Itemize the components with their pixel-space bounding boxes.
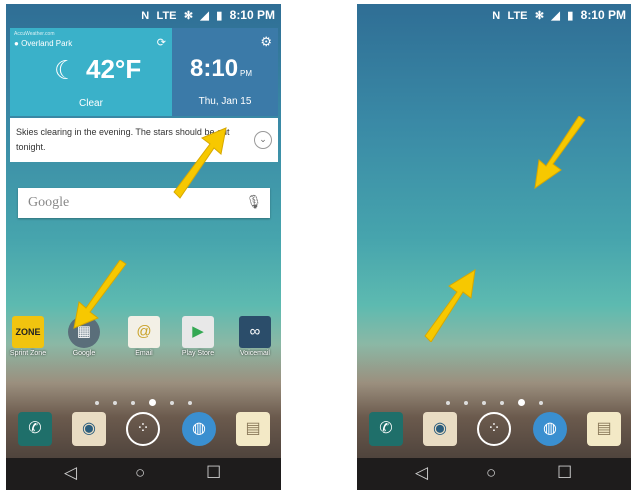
- home-screen-left: N LTE ✻ ◢ ▮ 8:10 PM AccuWeather.com ● Ov…: [6, 4, 281, 490]
- weather-widget[interactable]: AccuWeather.com ● Overland Park ⟳ ☾ 42°F…: [10, 28, 278, 116]
- battery-icon: ▮: [216, 10, 223, 22]
- back-icon[interactable]: ◁: [64, 463, 77, 483]
- home-icon[interactable]: ○: [486, 463, 496, 483]
- recents-icon[interactable]: ☐: [206, 463, 221, 483]
- back-icon[interactable]: ◁: [415, 463, 428, 483]
- search-placeholder: Google: [28, 195, 70, 210]
- page-dot[interactable]: [539, 400, 543, 405]
- page-dot[interactable]: [170, 400, 174, 405]
- dock: ✆ ◉ ⁘ ◍ ▤: [357, 412, 631, 450]
- lte-icon: LTE: [507, 10, 528, 22]
- signal-icon: ◢: [200, 10, 209, 22]
- page-dot[interactable]: [482, 400, 486, 405]
- phone-icon[interactable]: ✆: [369, 412, 403, 446]
- page-dot[interactable]: [95, 400, 99, 405]
- status-time: 8:10 PM: [580, 8, 626, 22]
- weather-panel[interactable]: AccuWeather.com ● Overland Park ⟳ ☾ 42°F…: [10, 28, 172, 116]
- moon-icon: ☾: [54, 55, 78, 85]
- weather-source: AccuWeather.com: [14, 31, 55, 37]
- status-bar: N LTE ✻ ◢ ▮ 8:10 PM: [6, 4, 281, 26]
- page-dot[interactable]: [500, 400, 504, 405]
- app-voicemail[interactable]: ∞ Voicemail: [235, 316, 275, 357]
- app-label: Voicemail: [240, 350, 270, 357]
- dock: ✆ ◉ ⁘ ◍ ▤: [6, 412, 281, 450]
- location-name: Overland Park: [21, 39, 73, 48]
- voicemail-icon: ∞: [239, 316, 271, 348]
- app-drawer-icon[interactable]: ⁘: [477, 412, 511, 446]
- page-dot[interactable]: [446, 400, 450, 405]
- page-dot[interactable]: [188, 400, 192, 405]
- app-drawer-icon[interactable]: ⁘: [126, 412, 160, 446]
- sprint-zone-icon: ZONE: [12, 316, 44, 348]
- page-indicator: [6, 394, 281, 412]
- forecast-card[interactable]: Skies clearing in the evening. The stars…: [10, 118, 278, 162]
- clock-time: 8:10 PM: [190, 55, 252, 83]
- clock-value: 8:10: [190, 55, 239, 82]
- home-screen-right: N LTE ✻ ◢ ▮ 8:10 PM ✆ ◉ ⁘ ◍ ▤ ◁ ○ ☐: [357, 4, 631, 490]
- page-dot-active[interactable]: [149, 399, 156, 407]
- status-time: 8:10 PM: [229, 8, 275, 22]
- chevron-down-icon[interactable]: ⌄: [254, 131, 272, 149]
- app-label: Email: [135, 350, 153, 357]
- browser-icon[interactable]: ◍: [533, 412, 567, 446]
- page-dot[interactable]: [113, 400, 117, 405]
- gear-icon[interactable]: ⚙: [260, 34, 272, 50]
- play-store-icon: ▶: [182, 316, 214, 348]
- contacts-icon[interactable]: ◉: [423, 412, 457, 446]
- signal-icon: ◢: [551, 10, 560, 22]
- app-sprint-zone[interactable]: ZONE Sprint Zone: [8, 316, 48, 357]
- microphone-icon[interactable]: 🎙: [245, 194, 262, 210]
- contacts-icon[interactable]: ◉: [72, 412, 106, 446]
- nfc-icon: N: [492, 10, 501, 22]
- app-label: Google: [72, 350, 96, 357]
- browser-icon[interactable]: ◍: [182, 412, 216, 446]
- page-dot-active[interactable]: [518, 399, 525, 407]
- temperature: 42°F: [86, 54, 142, 84]
- app-label: Sprint Zone: [9, 350, 47, 357]
- app-label: Play Store: [181, 350, 215, 357]
- messaging-icon[interactable]: ▤: [587, 412, 621, 446]
- page-dot[interactable]: [464, 400, 468, 405]
- bluetooth-icon: ✻: [183, 10, 194, 22]
- clock-ampm: PM: [240, 69, 253, 78]
- phone-icon[interactable]: ✆: [18, 412, 52, 446]
- home-icon[interactable]: ○: [135, 463, 145, 483]
- page-dot[interactable]: [131, 400, 135, 405]
- navigation-bar: ◁ ○ ☐: [6, 458, 281, 490]
- arrow-up-right-icon: [424, 269, 476, 342]
- arrow-down-left-icon: [534, 116, 586, 190]
- weather-location: ● Overland Park: [14, 39, 73, 48]
- nfc-icon: N: [141, 10, 150, 22]
- weather-condition: Clear: [79, 98, 103, 109]
- refresh-icon[interactable]: ⟳: [157, 36, 166, 49]
- battery-icon: ▮: [567, 10, 574, 22]
- clock-date: Thu, Jan 15: [198, 96, 252, 107]
- status-bar: N LTE ✻ ◢ ▮ 8:10 PM: [357, 4, 631, 26]
- bluetooth-icon: ✻: [534, 10, 545, 22]
- arrow-up-right-icon: [173, 127, 227, 199]
- navigation-bar: ◁ ○ ☐: [357, 458, 631, 490]
- clock-panel[interactable]: ⚙ 8:10 PM Thu, Jan 15: [172, 28, 278, 116]
- page-indicator: [357, 394, 631, 412]
- recents-icon[interactable]: ☐: [557, 463, 572, 483]
- messaging-icon[interactable]: ▤: [236, 412, 270, 446]
- lte-icon: LTE: [156, 10, 177, 22]
- app-play-store[interactable]: ▶ Play Store: [178, 316, 218, 357]
- arrow-down-left-icon: [73, 260, 127, 329]
